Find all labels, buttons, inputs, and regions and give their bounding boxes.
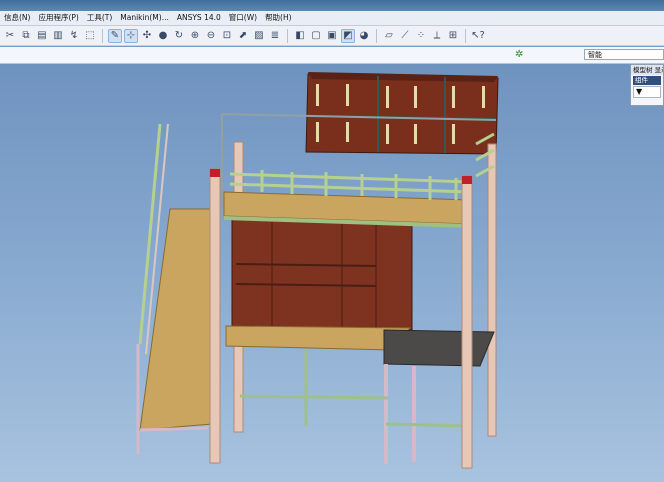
saved-view-icon[interactable]: ▨ (252, 29, 266, 43)
datum-point-icon[interactable]: ⁘ (414, 29, 428, 43)
menu-bar: 信息(N) 应用程序(P) 工具(T) Manikin(M)... ANSYS … (0, 11, 664, 26)
zoom-out-icon[interactable]: ⊖ (204, 29, 218, 43)
menu-window[interactable]: 窗口(W) (225, 11, 261, 25)
toolbar-separator (465, 28, 466, 43)
main-toolbar: ✂ ⧉ ▤ ▥ ↯ ⬚ ✎ ⊹ ✣ ● ↻ ⊕ ⊖ ⊡ ⬈ ▨ ≣ ◧ ▢ ▣ … (0, 26, 664, 46)
csys-icon[interactable]: ⟂ (430, 29, 444, 43)
appearance-icon[interactable]: ◕ (357, 29, 371, 43)
menu-help[interactable]: 帮助(H) (261, 11, 296, 25)
menu-applications[interactable]: 应用程序(P) (34, 11, 82, 25)
render-icon[interactable]: ● (156, 29, 170, 43)
selection-filter[interactable]: 智能 (584, 49, 664, 60)
repaint-icon[interactable]: ↻ (172, 29, 186, 43)
bed-post (461, 175, 473, 469)
toolbar-separator (376, 28, 377, 43)
refit-icon[interactable]: ⊡ (220, 29, 234, 43)
paste-special-icon[interactable]: ▥ (51, 29, 65, 43)
datum-axis-icon[interactable]: ⟋ (398, 29, 412, 43)
whats-this-icon[interactable]: ↖? (471, 29, 485, 43)
regenerate-icon[interactable]: ↯ (67, 29, 81, 43)
table-leg (412, 366, 416, 462)
stair-ladder (136, 123, 213, 454)
menu-manikin[interactable]: Manikin(M)... (116, 11, 173, 25)
wardrobe (231, 218, 413, 331)
panel-title: 模型树 显示 (631, 65, 663, 75)
sketch-icon[interactable]: ✎ (108, 28, 122, 43)
copy-icon[interactable]: ⧉ (19, 29, 33, 43)
wall-cabinet (305, 72, 499, 155)
model-tree-panel: 模型树 显示 组件 ▼ (630, 64, 664, 106)
desk-surface (225, 325, 412, 351)
orient-icon[interactable]: ⊹ (124, 28, 138, 43)
menu-tools[interactable]: 工具(T) (83, 11, 116, 25)
paste-icon[interactable]: ▤ (35, 29, 49, 43)
layer-icon[interactable]: ≣ (268, 29, 282, 43)
menu-info[interactable]: 信息(N) (0, 11, 34, 25)
select-box-icon[interactable]: ⬚ (83, 29, 97, 43)
hidden-line-icon[interactable]: ▣ (325, 29, 339, 43)
bed-post (487, 143, 497, 437)
status-light-icon[interactable]: ✲ (515, 49, 523, 60)
shaded-icon[interactable]: ◧ (293, 29, 307, 43)
cut-icon[interactable]: ✂ (3, 29, 17, 43)
spin-icon[interactable]: ✣ (140, 29, 154, 43)
table-leg (384, 364, 388, 464)
toolbar-separator (102, 28, 103, 43)
side-table-top (383, 329, 495, 367)
csys-select-icon[interactable]: ⊞ (446, 29, 460, 43)
title-strip (0, 0, 664, 11)
bed-post (209, 168, 221, 464)
named-view-icon[interactable]: ⬈ (236, 29, 250, 43)
shading-edges-icon[interactable]: ◩ (341, 28, 355, 43)
zoom-in-icon[interactable]: ⊕ (188, 29, 202, 43)
wireframe-icon[interactable]: ▢ (309, 29, 323, 43)
toolbar-separator (287, 28, 288, 43)
secondary-toolbar: ✲ 智能 (0, 47, 664, 64)
bunk-bed-model (136, 72, 499, 469)
filter-icon[interactable]: ▼ (633, 86, 661, 98)
datum-plane-icon[interactable]: ⏥ (382, 29, 396, 43)
graphics-viewport[interactable] (0, 64, 664, 482)
menu-ansys[interactable]: ANSYS 14.0 (173, 11, 225, 25)
panel-component-item[interactable]: 组件 (633, 76, 661, 85)
